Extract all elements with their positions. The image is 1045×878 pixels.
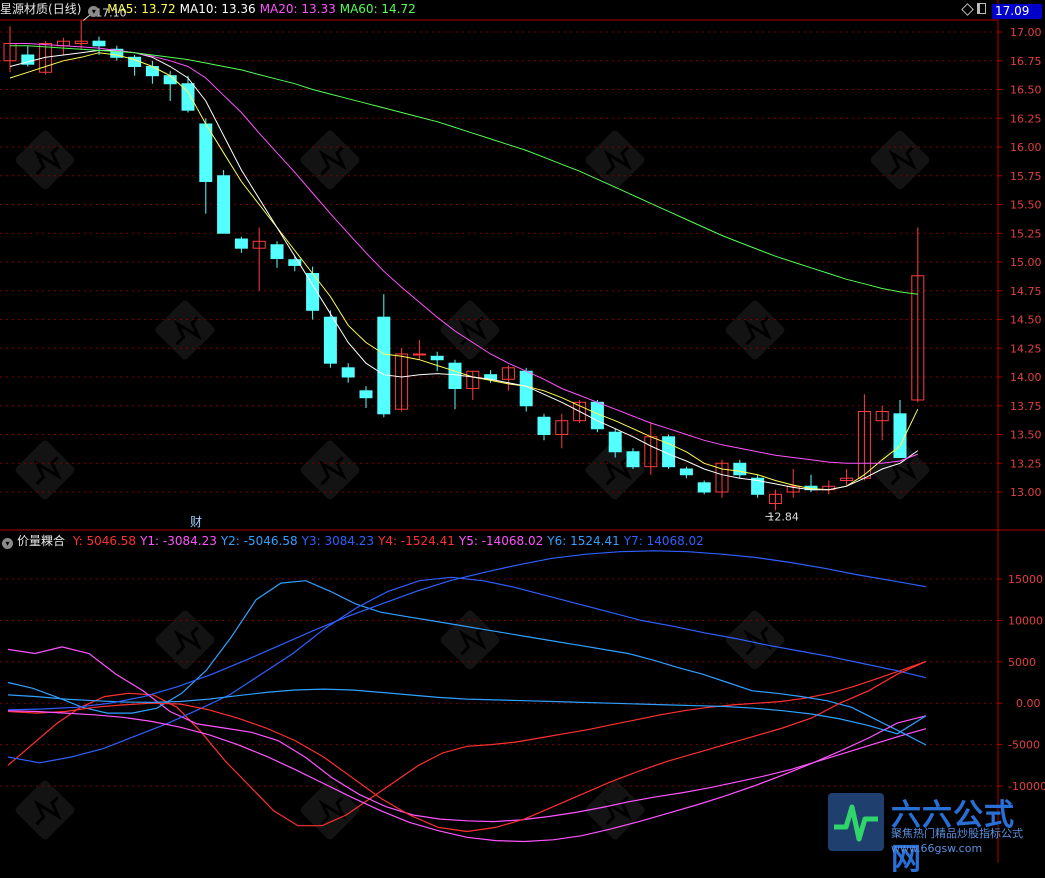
- ma-legend-item: MA60: 14.72: [339, 2, 416, 16]
- tick-label: 16.50: [1010, 84, 1042, 97]
- candle-body: [199, 123, 213, 182]
- current-price-tag: 17.09: [992, 4, 1042, 19]
- indicator-legend-item: Y2: -5046.58: [220, 534, 298, 548]
- tick-label: 0.00: [1016, 697, 1041, 710]
- stock-title[interactable]: 星源材质: [0, 2, 48, 16]
- candle-body: [217, 175, 231, 234]
- candle-body: [448, 362, 462, 390]
- candlestick-series: [3, 20, 925, 511]
- watermark-tile: [15, 780, 75, 840]
- indicator-legend-item: Y7: 14068.02: [623, 534, 704, 548]
- candle-body: [145, 66, 159, 77]
- indicator-line-y: [7, 660, 927, 827]
- candle-body: [412, 353, 426, 356]
- restore-icon[interactable]: [977, 3, 986, 14]
- watermark-tile: [15, 130, 75, 190]
- watermark-tile: [155, 300, 215, 360]
- tick-label: 13.75: [1010, 400, 1042, 413]
- tick-label: 10000: [1008, 614, 1043, 627]
- watermark-tile: [725, 300, 785, 360]
- indicator-legend-item: Y6: 1524.41: [547, 534, 620, 548]
- indicator-legend: Y: 5046.58 Y1: -3084.23 Y2: -5046.58 Y3: 30…: [73, 534, 708, 548]
- brand-watermark: 六六公式网 聚焦热门精品炒股指标公式 www.66gsw.com: [825, 790, 1035, 877]
- watermark-tile: [585, 130, 645, 190]
- tick-label: 17.00: [1010, 26, 1042, 39]
- price-axis: 13.00 13.25 13.50 13.75 14.00 14.25 14.50 14.75…: [998, 26, 1042, 499]
- ma-legend-item: MA10: 13.36: [179, 2, 256, 16]
- ma-legend-item: MA20: 13.33: [259, 2, 336, 16]
- candle-body: [537, 416, 551, 435]
- tick-label: 13.00: [1010, 486, 1042, 499]
- watermark-tile: [440, 300, 500, 360]
- price-panel-header: 星源材质(日线) ▾ MA5: 13.72 MA10: 13.36 MA20: 13.…: [0, 0, 424, 18]
- ma-legend-item: MA5: 13.72: [107, 2, 176, 16]
- candle-body: [893, 413, 907, 458]
- candle-body: [377, 316, 391, 415]
- candle-body: [323, 316, 337, 364]
- tick-label: 14.25: [1010, 342, 1042, 355]
- ma-line-ma60: [10, 45, 918, 295]
- candle-body: [430, 355, 444, 361]
- watermark-tile: [300, 780, 360, 840]
- ma-legend: MA5: 13.72 MA10: 13.36 MA20: 13.33 MA60: 14…: [107, 2, 420, 16]
- chart-stage: 13.00 13.25 13.50 13.75 14.00 14.25 14.50 14.75…: [0, 0, 1045, 863]
- watermark-tile: [870, 130, 930, 190]
- indicator-legend-item: Y3: 3084.23: [301, 534, 375, 548]
- candle-body: [270, 244, 284, 260]
- ma-line-ma20: [10, 43, 918, 464]
- brand-url: www.66gsw.com: [891, 842, 983, 855]
- tick-label: 16.25: [1010, 112, 1042, 125]
- indicator-legend-item: Y1: -3084.23: [140, 534, 217, 548]
- indicator-legend-item: Y5: -14068.02: [458, 534, 544, 548]
- indicator-axis: -10000-50000.0050001000015000: [998, 573, 1045, 793]
- candle-body: [92, 40, 106, 47]
- candle-body: [359, 390, 373, 399]
- tick-label: 13.25: [1010, 457, 1042, 470]
- tick-label: 14.00: [1010, 371, 1042, 384]
- tick-label: 14.50: [1010, 314, 1042, 327]
- candle-body: [341, 367, 355, 378]
- tick-label: 15.75: [1010, 170, 1042, 183]
- indicator-title[interactable]: 价量粿合: [17, 534, 65, 548]
- candle-body: [234, 238, 248, 249]
- indicator-legend-item: Y4: -1524.41: [378, 534, 455, 548]
- tick-label: 5000: [1008, 656, 1036, 669]
- indicator-gridlines: [0, 578, 998, 787]
- dropdown-icon[interactable]: ▾: [2, 538, 13, 549]
- tick-label: 14.75: [1010, 285, 1042, 298]
- indicator-legend-item: Y: 5046.58: [72, 534, 137, 548]
- watermark-tile: [585, 780, 645, 840]
- indicator-lines: [7, 550, 927, 843]
- tick-label: 15.50: [1010, 199, 1042, 212]
- indicator-line-y1: [7, 646, 927, 823]
- tick-label: 15000: [1008, 573, 1043, 586]
- tick-label: 15.00: [1010, 256, 1042, 269]
- tick-label: 16.00: [1010, 141, 1042, 154]
- candle-body: [679, 468, 693, 476]
- dropdown-icon[interactable]: ▾: [88, 6, 100, 17]
- candle-body: [608, 431, 622, 453]
- indicator-line-y5: [7, 710, 927, 843]
- ma-line-ma10: [9, 49, 919, 491]
- brand-slogan: 聚焦热门精品炒股指标公式: [891, 827, 1023, 840]
- price-gridlines: [0, 31, 998, 493]
- indicator-line-y3: [7, 576, 927, 764]
- low-marker-label: 12.84: [767, 510, 799, 523]
- tick-label: 13.50: [1010, 429, 1042, 442]
- watermark-tile: [300, 130, 360, 190]
- candle-body: [733, 462, 747, 476]
- brand-logo-icon: [828, 793, 884, 851]
- event-marker: 财: [190, 515, 202, 529]
- tick-label: -5000: [1008, 739, 1040, 752]
- period-label: (日线): [48, 2, 82, 16]
- panel-frame: [0, 0, 1045, 863]
- indicator-panel-header: ▾ 价量粿合 Y: 5046.58 Y1: -3084.23 Y2: -5046.58…: [0, 532, 712, 550]
- candle-body: [697, 482, 711, 493]
- moving-average-lines: [9, 43, 919, 491]
- tick-label: 15.25: [1010, 227, 1042, 240]
- tick-label: 16.75: [1010, 55, 1042, 68]
- candle-body: [626, 451, 640, 468]
